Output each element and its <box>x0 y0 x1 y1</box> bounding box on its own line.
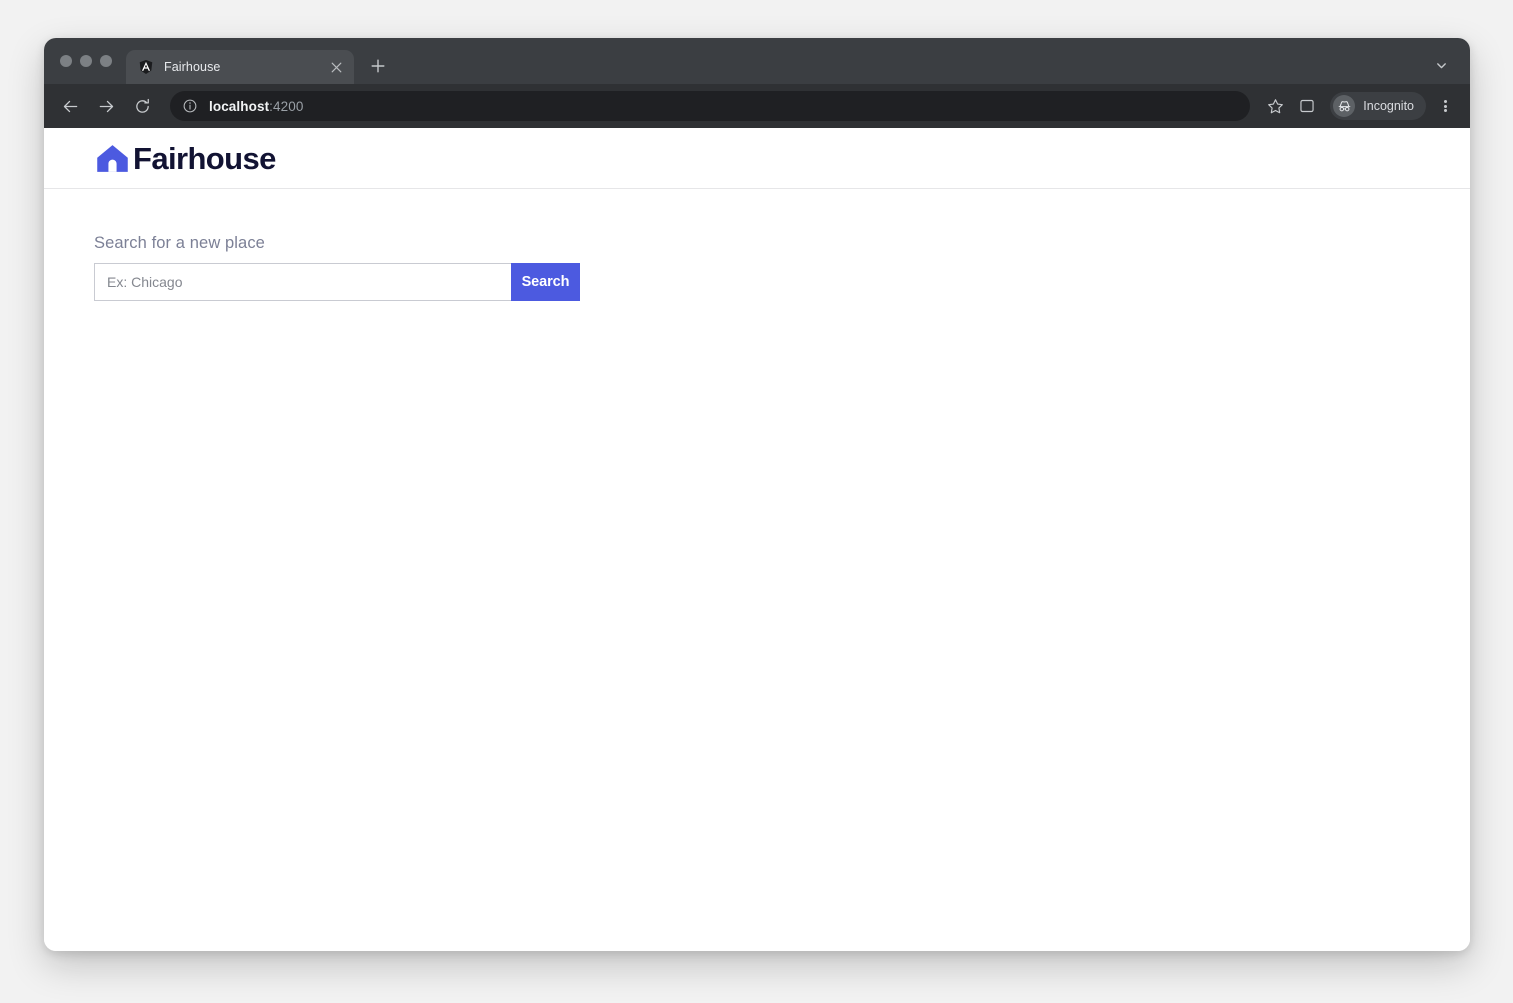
star-icon <box>1267 98 1283 113</box>
window-close-button[interactable] <box>60 55 72 67</box>
profile-button[interactable]: Incognito <box>1330 92 1426 120</box>
back-button[interactable] <box>54 90 86 122</box>
browser-window: Fairhouse localhost:4200 Incognito Fairh… <box>44 38 1470 951</box>
search-results-area <box>94 301 1470 501</box>
side-panel-button[interactable] <box>1292 91 1322 121</box>
address-bar-port: :4200 <box>269 98 304 114</box>
plus-icon <box>371 59 385 73</box>
tab-search-button[interactable] <box>1428 52 1454 78</box>
reload-icon <box>135 98 149 113</box>
browser-tab-strip: Fairhouse <box>44 38 1470 84</box>
menu-dot <box>1443 109 1447 112</box>
brand-logo[interactable]: Fairhouse <box>94 140 276 177</box>
search-label: Search for a new place <box>94 234 265 252</box>
site-header: Fairhouse <box>44 128 1470 189</box>
menu-dot <box>1443 100 1447 103</box>
house-icon <box>97 144 128 172</box>
address-bar-url: localhost:4200 <box>209 99 303 114</box>
three-dot-menu-icon[interactable] <box>1432 91 1458 121</box>
reload-button[interactable] <box>126 90 158 122</box>
search-row: Search <box>94 263 580 301</box>
browser-toolbar: localhost:4200 Incognito <box>44 84 1470 128</box>
arrow-right-icon <box>99 100 113 112</box>
address-bar[interactable]: localhost:4200 <box>170 91 1251 121</box>
side-panel-icon <box>1300 99 1314 113</box>
menu-dot <box>1443 104 1447 108</box>
window-maximize-button[interactable] <box>100 55 112 67</box>
address-bar-host: localhost <box>209 98 270 114</box>
browser-tab[interactable]: Fairhouse <box>126 50 354 84</box>
new-tab-button[interactable] <box>364 52 392 80</box>
window-minimize-button[interactable] <box>80 55 92 67</box>
incognito-icon <box>1338 100 1351 111</box>
angular-logo-icon <box>139 60 153 74</box>
search-section: Search for a new place Search <box>44 189 1470 501</box>
avatar <box>1333 95 1356 117</box>
page-viewport: Fairhouse Search for a new place Search <box>44 128 1470 951</box>
brand-name: Fairhouse <box>133 140 276 176</box>
window-traffic-lights <box>44 38 126 84</box>
info-circle-icon[interactable] <box>182 98 198 114</box>
search-input[interactable] <box>94 263 511 301</box>
forward-button[interactable] <box>90 90 122 122</box>
search-button[interactable]: Search <box>511 263 580 301</box>
bookmark-button[interactable] <box>1260 91 1290 121</box>
profile-label: Incognito <box>1363 99 1414 113</box>
chevron-down-icon <box>1436 62 1446 68</box>
browser-tab-title: Fairhouse <box>164 60 221 74</box>
arrow-left-icon <box>63 100 77 112</box>
close-icon[interactable] <box>328 59 344 75</box>
